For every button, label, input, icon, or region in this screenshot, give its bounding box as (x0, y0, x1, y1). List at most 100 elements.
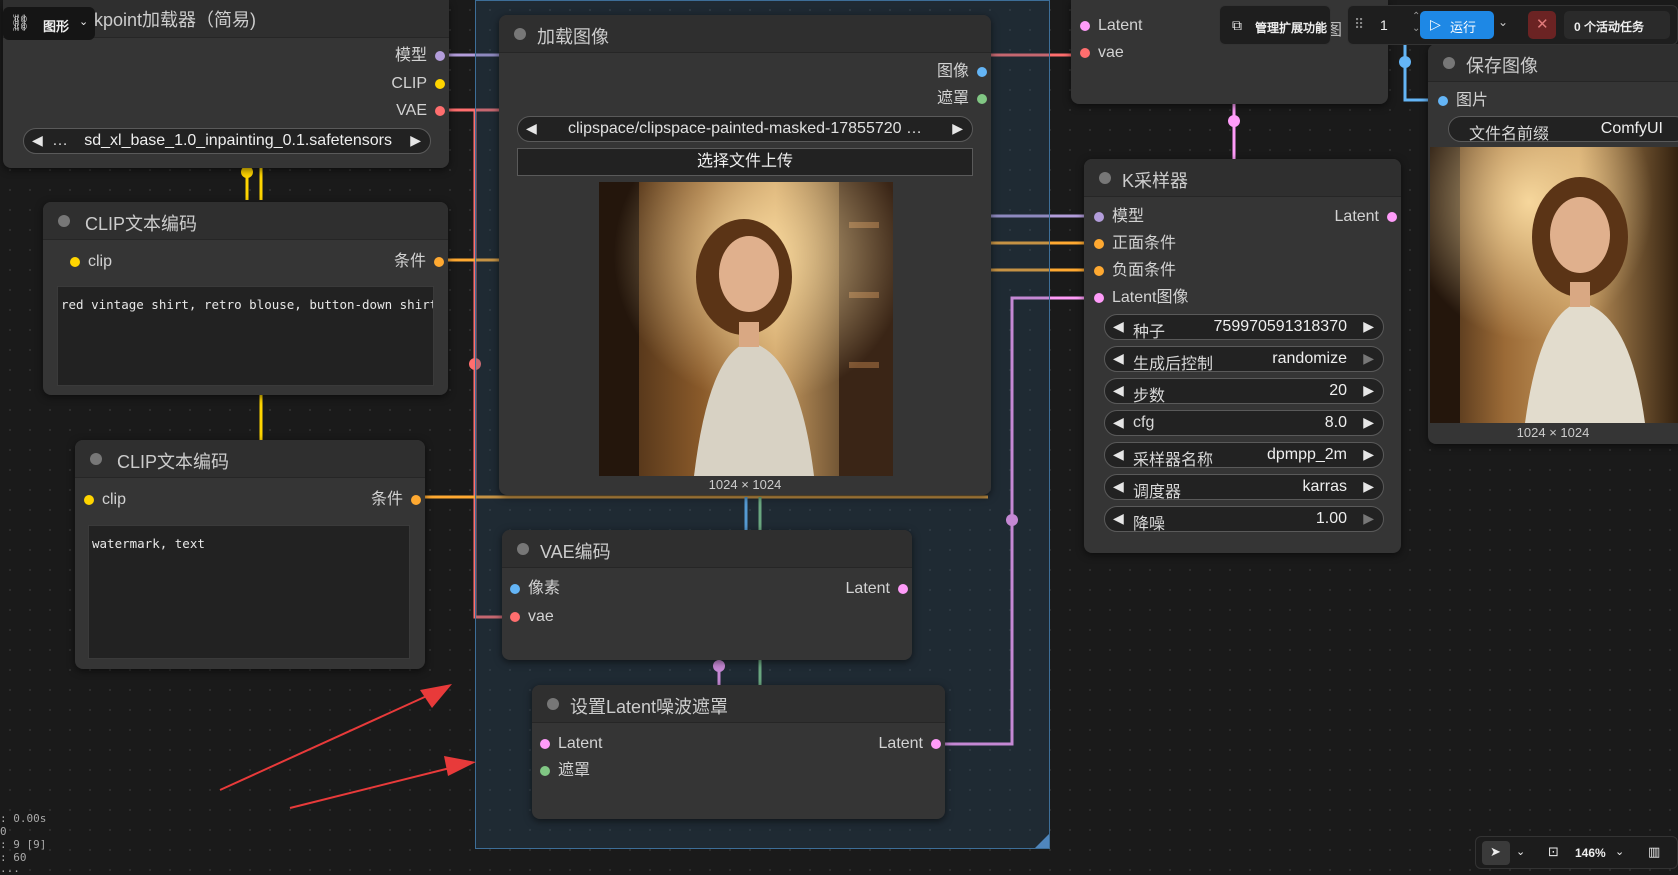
node-collapse-dot[interactable] (514, 28, 526, 40)
run-button[interactable]: ▷ 运行 (1420, 11, 1494, 39)
image-name-combo[interactable]: ◀ clipspace/clipspace-painted-masked-178… (517, 116, 973, 142)
positive-input-dot[interactable] (1094, 239, 1104, 249)
input-slot-negative[interactable]: 负面条件 (1094, 261, 1176, 281)
node-title-bar[interactable]: 加载图像 (499, 15, 991, 53)
negative-prompt-textarea[interactable]: watermark, text (88, 525, 410, 659)
clip-input-dot[interactable] (70, 257, 80, 267)
increment-arrow[interactable]: ▶ (1363, 382, 1374, 399)
vae-input-dot[interactable] (510, 612, 520, 622)
manage-extensions-button[interactable]: ⧉ 管理扩展功能 (1219, 5, 1331, 45)
decrement-arrow[interactable]: ◀ (1113, 446, 1124, 463)
decrement-arrow[interactable]: ◀ (1113, 350, 1124, 367)
node-collapse-dot[interactable] (90, 453, 102, 465)
ksampler-node[interactable]: K采样器 模型 正面条件 负面条件 Latent图像 Latent ◀ 种子 7… (1084, 159, 1401, 553)
negative-input-dot[interactable] (1094, 266, 1104, 276)
mask-output-dot[interactable] (977, 94, 987, 104)
set-latent-noise-mask-node[interactable]: 设置Latent噪波遮罩 Latent 遮罩 Latent (532, 685, 945, 819)
output-slot-vae[interactable]: VAE (396, 101, 445, 121)
cfg-widget[interactable]: ◀ cfg 8.0 ▶ (1104, 410, 1384, 436)
input-slot-model[interactable]: 模型 (1094, 207, 1144, 227)
output-slot-latent[interactable]: Latent (879, 734, 941, 754)
vae-encode-node[interactable]: VAE编码 像素 vae Latent (502, 530, 912, 660)
combo-next-arrow[interactable]: ▶ (410, 132, 421, 149)
zoom-chevron-icon[interactable]: ⌄ (1615, 845, 1624, 858)
input-slot-positive[interactable]: 正面条件 (1094, 234, 1176, 254)
conditioning-output-dot[interactable] (411, 495, 421, 505)
increment-arrow[interactable]: ▶ (1363, 318, 1374, 335)
latent-output-dot[interactable] (931, 739, 941, 749)
node-title-bar[interactable]: CLIP文本编码 (43, 202, 448, 240)
minimap-icon[interactable]: ▥ (1648, 844, 1660, 860)
load-image-node[interactable]: 加载图像 图像 遮罩 ◀ clipspace/clipspace-painted… (499, 15, 991, 495)
image-output-dot[interactable] (977, 67, 987, 77)
latent-output-dot[interactable] (1387, 212, 1397, 222)
input-slot-images[interactable]: 图片 (1438, 91, 1488, 111)
node-collapse-dot[interactable] (1099, 172, 1111, 184)
input-slot-pixels[interactable]: 像素 (510, 579, 560, 599)
node-title-bar[interactable]: 设置Latent噪波遮罩 (532, 685, 945, 723)
input-slot-vae[interactable]: vae (1080, 43, 1124, 63)
sampler-name-widget[interactable]: ◀ 采样器名称 dpmpp_2m ▶ (1104, 442, 1384, 469)
run-options-chevron-icon[interactable]: ⌄ (1498, 15, 1508, 29)
input-slot-vae[interactable]: vae (510, 607, 554, 627)
group-resize-handle[interactable] (1035, 834, 1049, 848)
increment-arrow[interactable]: ▶ (1363, 350, 1374, 367)
latent-output-dot[interactable] (898, 584, 908, 594)
output-slot-mask[interactable]: 遮罩 (937, 89, 987, 109)
select-tool-button[interactable]: ➤ (1482, 841, 1510, 865)
ckpt-name-combo[interactable]: ◀ … sd_xl_base_1.0_inpainting_0.1.safete… (23, 128, 431, 154)
denoise-widget[interactable]: ◀ 降噪 1.00 ▶ (1104, 506, 1384, 533)
pixels-input-dot[interactable] (510, 584, 520, 594)
combo-prev-arrow[interactable]: ◀ (32, 132, 43, 149)
input-slot-clip[interactable]: clip (84, 490, 126, 510)
mask-input-dot[interactable] (540, 766, 550, 776)
model-input-dot[interactable] (1094, 212, 1104, 222)
node-title-bar[interactable]: CLIP文本编码 (75, 440, 425, 478)
node-collapse-dot[interactable] (58, 215, 70, 227)
graph-menu-button[interactable]: ⛓ 图形 ⌄ (3, 7, 95, 40)
node-title-bar[interactable]: 保存图像 (1428, 44, 1678, 82)
input-slot-latent[interactable]: Latent (1080, 16, 1142, 36)
images-input-dot[interactable] (1438, 96, 1448, 106)
tool-chevron-icon[interactable]: ⌄ (1516, 845, 1525, 858)
upload-file-button[interactable]: 选择文件上传 (517, 148, 973, 176)
cancel-button[interactable]: ✕ (1528, 11, 1556, 39)
decrement-arrow[interactable]: ◀ (1113, 318, 1124, 335)
combo-next-arrow[interactable]: ▶ (952, 120, 963, 137)
scheduler-widget[interactable]: ◀ 调度器 karras ▶ (1104, 474, 1384, 501)
clip-input-dot[interactable] (84, 495, 94, 505)
node-title-bar[interactable]: VAE编码 (502, 530, 912, 568)
model-output-dot[interactable] (435, 51, 445, 61)
increment-arrow[interactable]: ▶ (1363, 478, 1374, 495)
decrement-arrow[interactable]: ◀ (1113, 414, 1124, 431)
decrement-arrow[interactable]: ◀ (1113, 382, 1124, 399)
vae-input-dot[interactable] (1080, 48, 1090, 58)
drag-handle-icon[interactable]: ⠿ (1354, 16, 1364, 33)
output-slot-conditioning[interactable]: 条件 (371, 490, 421, 510)
increment-arrow[interactable]: ▶ (1363, 510, 1374, 527)
clip-output-dot[interactable] (435, 79, 445, 89)
filename-prefix-widget[interactable]: 文件名前缀 ComfyUI (1448, 116, 1678, 143)
latent-image-input-dot[interactable] (1094, 293, 1104, 303)
decrement-arrow[interactable]: ◀ (1113, 478, 1124, 495)
output-slot-conditioning[interactable]: 条件 (394, 252, 444, 272)
input-slot-latent[interactable]: Latent (540, 734, 602, 754)
output-slot-clip[interactable]: CLIP (391, 74, 445, 94)
node-collapse-dot[interactable] (547, 698, 559, 710)
steps-widget[interactable]: ◀ 步数 20 ▶ (1104, 378, 1384, 405)
output-slot-latent[interactable]: Latent (846, 579, 908, 599)
node-title-bar[interactable]: K采样器 (1084, 159, 1401, 197)
input-slot-latent-image[interactable]: Latent图像 (1094, 288, 1189, 308)
clip-text-encode-negative-node[interactable]: CLIP文本编码 clip 条件 watermark, text (75, 440, 425, 669)
output-slot-model[interactable]: 模型 (395, 46, 445, 66)
node-collapse-dot[interactable] (517, 543, 529, 555)
combo-prev-arrow[interactable]: ◀ (526, 120, 537, 137)
node-collapse-dot[interactable] (1443, 57, 1455, 69)
conditioning-output-dot[interactable] (434, 257, 444, 267)
input-slot-mask[interactable]: 遮罩 (540, 761, 590, 781)
control-after-generate-widget[interactable]: ◀ 生成后控制 randomize ▶ (1104, 346, 1384, 373)
increment-arrow[interactable]: ▶ (1363, 446, 1374, 463)
fit-view-icon[interactable]: ⊡ (1548, 844, 1559, 860)
vae-output-dot[interactable] (435, 106, 445, 116)
input-slot-clip[interactable]: clip (70, 252, 112, 272)
